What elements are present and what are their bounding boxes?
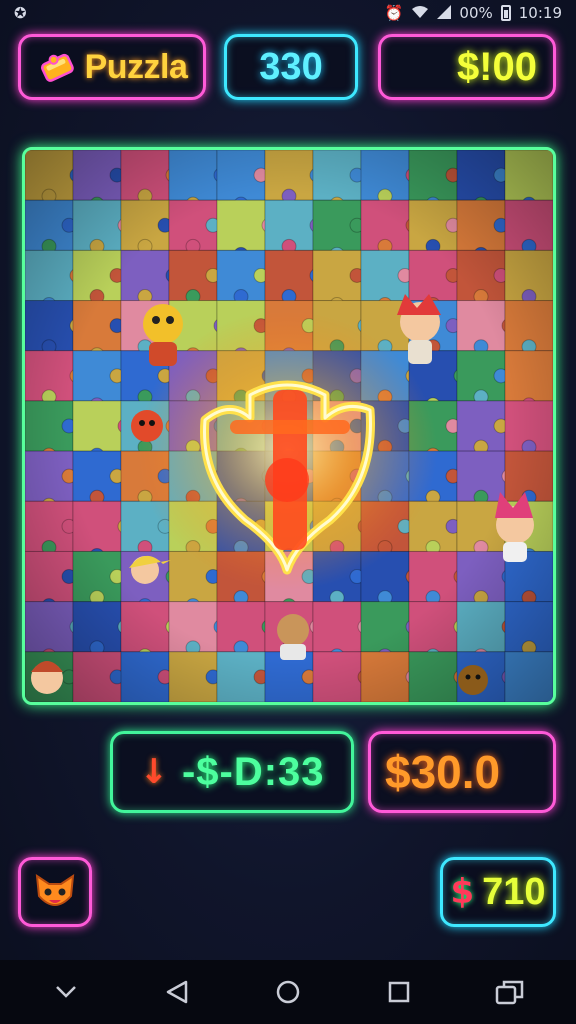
coins-panel[interactable]: $ 710 bbox=[440, 857, 556, 927]
timer-value: -$-D:33 bbox=[181, 749, 325, 794]
recents-icon[interactable] bbox=[377, 970, 421, 1014]
puzzle-piece-icon bbox=[40, 53, 74, 82]
clock: 10:19 bbox=[518, 4, 562, 22]
split-screen-icon[interactable] bbox=[488, 970, 532, 1014]
money-value: $!00 bbox=[456, 44, 537, 89]
fox-avatar-icon bbox=[35, 873, 75, 906]
character-coconut bbox=[458, 665, 488, 695]
alarm-icon: ⏰ bbox=[384, 3, 404, 22]
score-panel: 330 bbox=[224, 34, 358, 100]
signal-icon bbox=[437, 4, 452, 22]
timer-panel: ↓ -$-D:33 bbox=[110, 731, 354, 813]
cash-panel[interactable]: $30.0 bbox=[368, 731, 556, 813]
battery-percent: 00% bbox=[459, 4, 493, 22]
home-icon[interactable] bbox=[266, 970, 310, 1014]
back-icon[interactable] bbox=[155, 970, 199, 1014]
app-notification-icon: ✪ bbox=[14, 3, 27, 22]
character-monkey bbox=[277, 614, 309, 660]
money-panel[interactable]: $!00 bbox=[378, 34, 556, 100]
coins-value: 710 bbox=[482, 870, 546, 913]
status-bar: ✪ ⏰ 00% 10:19 bbox=[0, 0, 576, 26]
game-title: Puzzla bbox=[84, 47, 188, 86]
puzzle-board[interactable] bbox=[22, 147, 556, 705]
status-right: ⏰ 00% 10:19 bbox=[385, 4, 562, 22]
puzzle-grid[interactable] bbox=[25, 150, 553, 702]
system-nav-bar bbox=[0, 960, 576, 1024]
chevron-down-icon[interactable] bbox=[44, 970, 88, 1014]
down-arrow-icon: ↓ bbox=[139, 752, 168, 792]
character-red-bird bbox=[131, 410, 163, 442]
avatar-button[interactable] bbox=[18, 857, 92, 927]
character-yellow-cat bbox=[143, 304, 183, 366]
cash-value: $30.0 bbox=[385, 746, 501, 798]
score-value: 330 bbox=[259, 45, 323, 88]
dollar-icon: $ bbox=[450, 872, 475, 912]
glowing-shield-piece[interactable] bbox=[137, 310, 437, 590]
title-panel[interactable]: Puzzla bbox=[18, 34, 206, 100]
wifi-icon bbox=[411, 5, 429, 22]
battery-icon bbox=[500, 5, 511, 21]
